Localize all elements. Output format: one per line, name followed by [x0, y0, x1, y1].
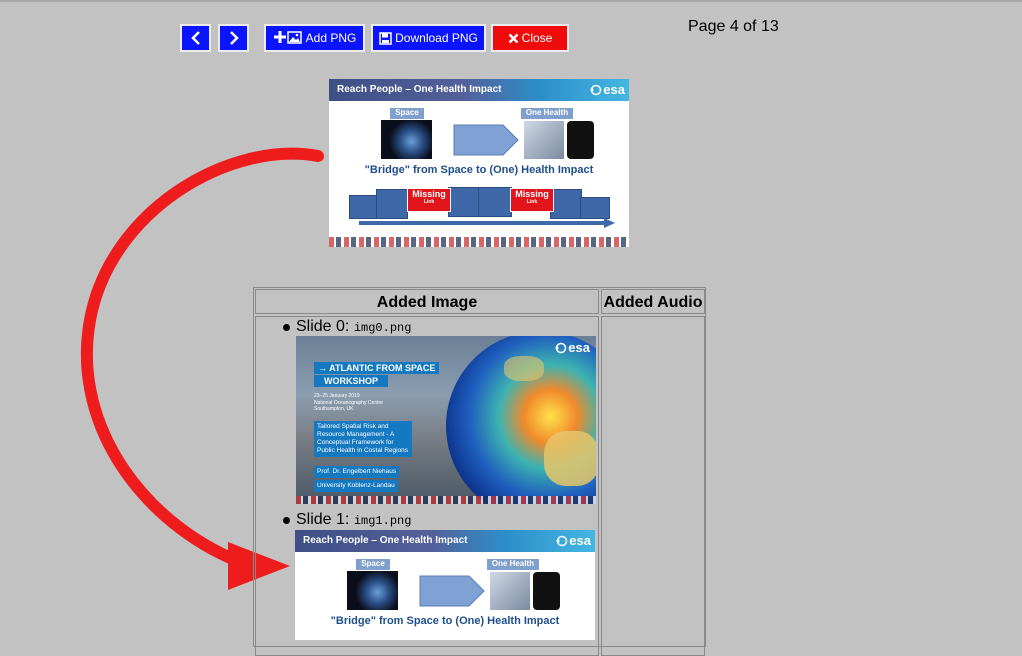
list-item: Slide 1: img1.png — [296, 511, 412, 528]
list-bullet — [283, 517, 290, 524]
esa-logo: esa — [556, 533, 591, 548]
workshop-title-line1: → ATLANTIC FROM SPACE — [314, 362, 440, 374]
list-bullet — [283, 324, 290, 331]
audio-cell — [601, 316, 705, 656]
esa-icon — [555, 342, 567, 353]
talk-author: Prof. Dr. Engelbert Niehaus — [314, 466, 400, 478]
one-health-tag: One Health — [486, 558, 540, 571]
arrow-shape — [419, 575, 485, 607]
workshop-title-line2: WORKSHOP — [314, 375, 388, 387]
bridge-text: "Bridge" from Space to (One) Health Impa… — [330, 615, 560, 627]
esa-logo: esa — [555, 340, 590, 355]
slide-title: Reach People – One Health Impact — [303, 535, 468, 546]
esa-icon — [556, 535, 568, 546]
space-image — [347, 571, 398, 610]
slide-header: Reach People – One Health Impact esa — [295, 530, 595, 552]
added-audio-header: Added Audio — [601, 289, 705, 314]
space-tag: Space — [355, 558, 391, 571]
workshop-venue-city: Southampton, UK — [314, 406, 354, 412]
workshop-date: 23–25 January 2019 — [314, 393, 360, 399]
health-image — [490, 572, 530, 610]
smartphone-image — [533, 572, 560, 610]
africa-shape — [544, 431, 596, 486]
slide-0-thumbnail[interactable]: esa → ATLANTIC FROM SPACE WORKSHOP 23–25… — [296, 336, 596, 504]
list-item: Slide 0: img0.png — [296, 318, 412, 335]
land-shape — [504, 356, 544, 381]
slide-1-thumbnail[interactable]: Reach People – One Health Impact esa Spa… — [295, 530, 595, 640]
added-image-header: Added Image — [255, 289, 599, 314]
talk-title: Tailored Spatial Risk and Resource Manag… — [314, 421, 412, 457]
flags-strip — [296, 496, 596, 504]
talk-university: University Koblenz-Landau — [314, 480, 398, 492]
